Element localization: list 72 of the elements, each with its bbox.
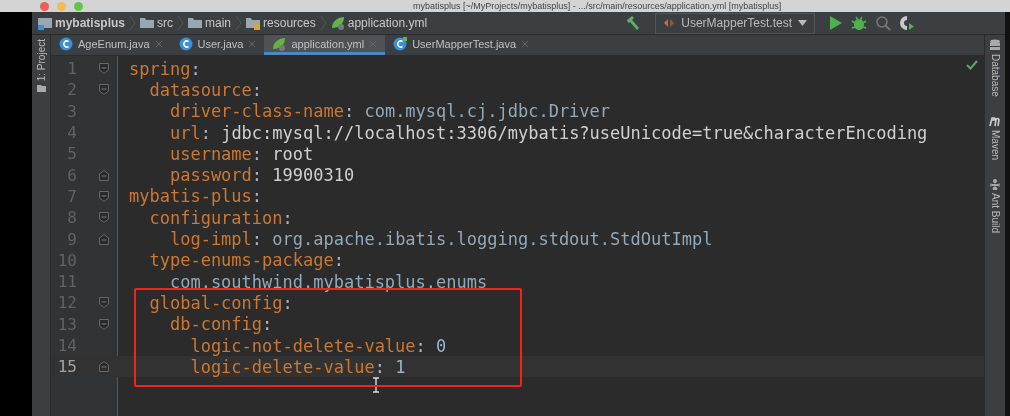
breadcrumb-item[interactable]: application.yml — [330, 16, 428, 30]
test-icon — [663, 17, 676, 29]
folder-icon — [188, 16, 203, 30]
bug-icon[interactable] — [851, 15, 867, 31]
leaf-icon — [330, 16, 345, 30]
hammer-icon[interactable] — [625, 15, 642, 31]
profiler-icon[interactable] — [899, 15, 915, 31]
fold-marker-icon[interactable] — [99, 318, 109, 330]
close-icon[interactable] — [369, 39, 378, 48]
file-tab[interactable]: application.yml — [264, 35, 386, 55]
class-icon — [59, 36, 73, 51]
fold-marker-icon[interactable] — [99, 190, 109, 202]
fold-marker-icon[interactable] — [99, 63, 109, 75]
chevron-icon — [319, 16, 327, 30]
file-tab[interactable]: AgeEnum.java — [51, 35, 171, 55]
chevron-icon — [177, 16, 185, 30]
close-window-button[interactable] — [40, 1, 49, 11]
code-line: logic-delete-value: 1 — [189, 356, 406, 377]
zoom-window-button[interactable] — [74, 1, 83, 11]
fold-marker-icon[interactable] — [99, 361, 109, 373]
line-number: 15 — [56, 357, 77, 377]
code-line: username: root — [168, 143, 314, 164]
module-folder-icon — [38, 16, 52, 30]
leaf-icon — [272, 36, 287, 51]
ant-icon — [989, 177, 1001, 190]
file-tab[interactable]: UserMapperTest.java — [385, 35, 538, 55]
breadcrumb-item[interactable]: main — [188, 16, 232, 30]
fold-marker-icon[interactable] — [99, 233, 109, 245]
folder-icon — [140, 16, 155, 30]
tool-window-button[interactable]: Maven — [989, 110, 1001, 174]
code-line: global-config: — [148, 292, 293, 313]
code-line: com.southwind.mybatisplus.enums — [168, 271, 488, 292]
maven-icon — [989, 114, 1001, 127]
fold-marker-icon[interactable] — [99, 169, 109, 181]
fold-marker-icon[interactable] — [99, 297, 109, 309]
close-icon[interactable] — [521, 39, 530, 48]
code-line: mybatis-plus: — [129, 186, 263, 207]
code-line: spring: — [129, 58, 201, 79]
breadcrumb-item[interactable]: resources — [246, 16, 316, 30]
code-line: db-config: — [168, 314, 273, 335]
caret-icon — [798, 20, 807, 26]
file-tab[interactable]: User.java — [170, 35, 265, 55]
code-line: password: 19900310 — [168, 165, 355, 186]
tool-window-button[interactable]: 1: Project — [32, 35, 50, 98]
window-title: mybatisplus [~/MyProjects/mybatisplus] - .../src/main/resources/application.yml [mybatisplus] — [413, 0, 782, 12]
code-line: datasource: — [148, 79, 263, 100]
fold-marker-icon[interactable] — [99, 84, 109, 96]
close-icon[interactable] — [248, 39, 257, 48]
code-line: log-impl: org.apache.ibatis.logging.stdout.StdOutImpl — [168, 229, 713, 249]
tool-window-button[interactable]: Ant Build — [989, 173, 1001, 247]
chevron-icon — [129, 16, 137, 30]
code-line: type-enums-package: — [148, 250, 344, 271]
chevron-icon — [235, 16, 243, 30]
fold-marker-icon[interactable] — [99, 212, 109, 224]
code-line: logic-not-delete-value: 0 — [189, 335, 447, 356]
resources-folder-icon — [246, 16, 261, 30]
code-line: configuration: — [148, 207, 293, 228]
breadcrumb-item[interactable]: src — [140, 16, 174, 30]
code-line: driver-class-name: com.mysql.cj.jdbc.Driver — [168, 101, 611, 122]
class-icon — [178, 36, 193, 51]
text-cursor-icon — [372, 377, 380, 394]
check-icon — [966, 60, 978, 70]
tool-window-button[interactable]: Database — [989, 35, 1001, 111]
coverage-icon[interactable] — [875, 15, 891, 31]
test-class-icon — [393, 36, 408, 51]
close-icon[interactable] — [154, 39, 163, 48]
code-line: url: jdbc:mysql://localhost:3306/mybatis?useUnicode=true&characterEncoding — [168, 122, 928, 143]
run-icon[interactable] — [829, 15, 843, 31]
folder-icon — [36, 84, 46, 94]
run-configuration-dropdown[interactable]: UserMapperTest.test — [655, 12, 815, 34]
database-icon — [989, 39, 1001, 51]
breadcrumb-item[interactable]: mybatisplus — [38, 16, 126, 30]
